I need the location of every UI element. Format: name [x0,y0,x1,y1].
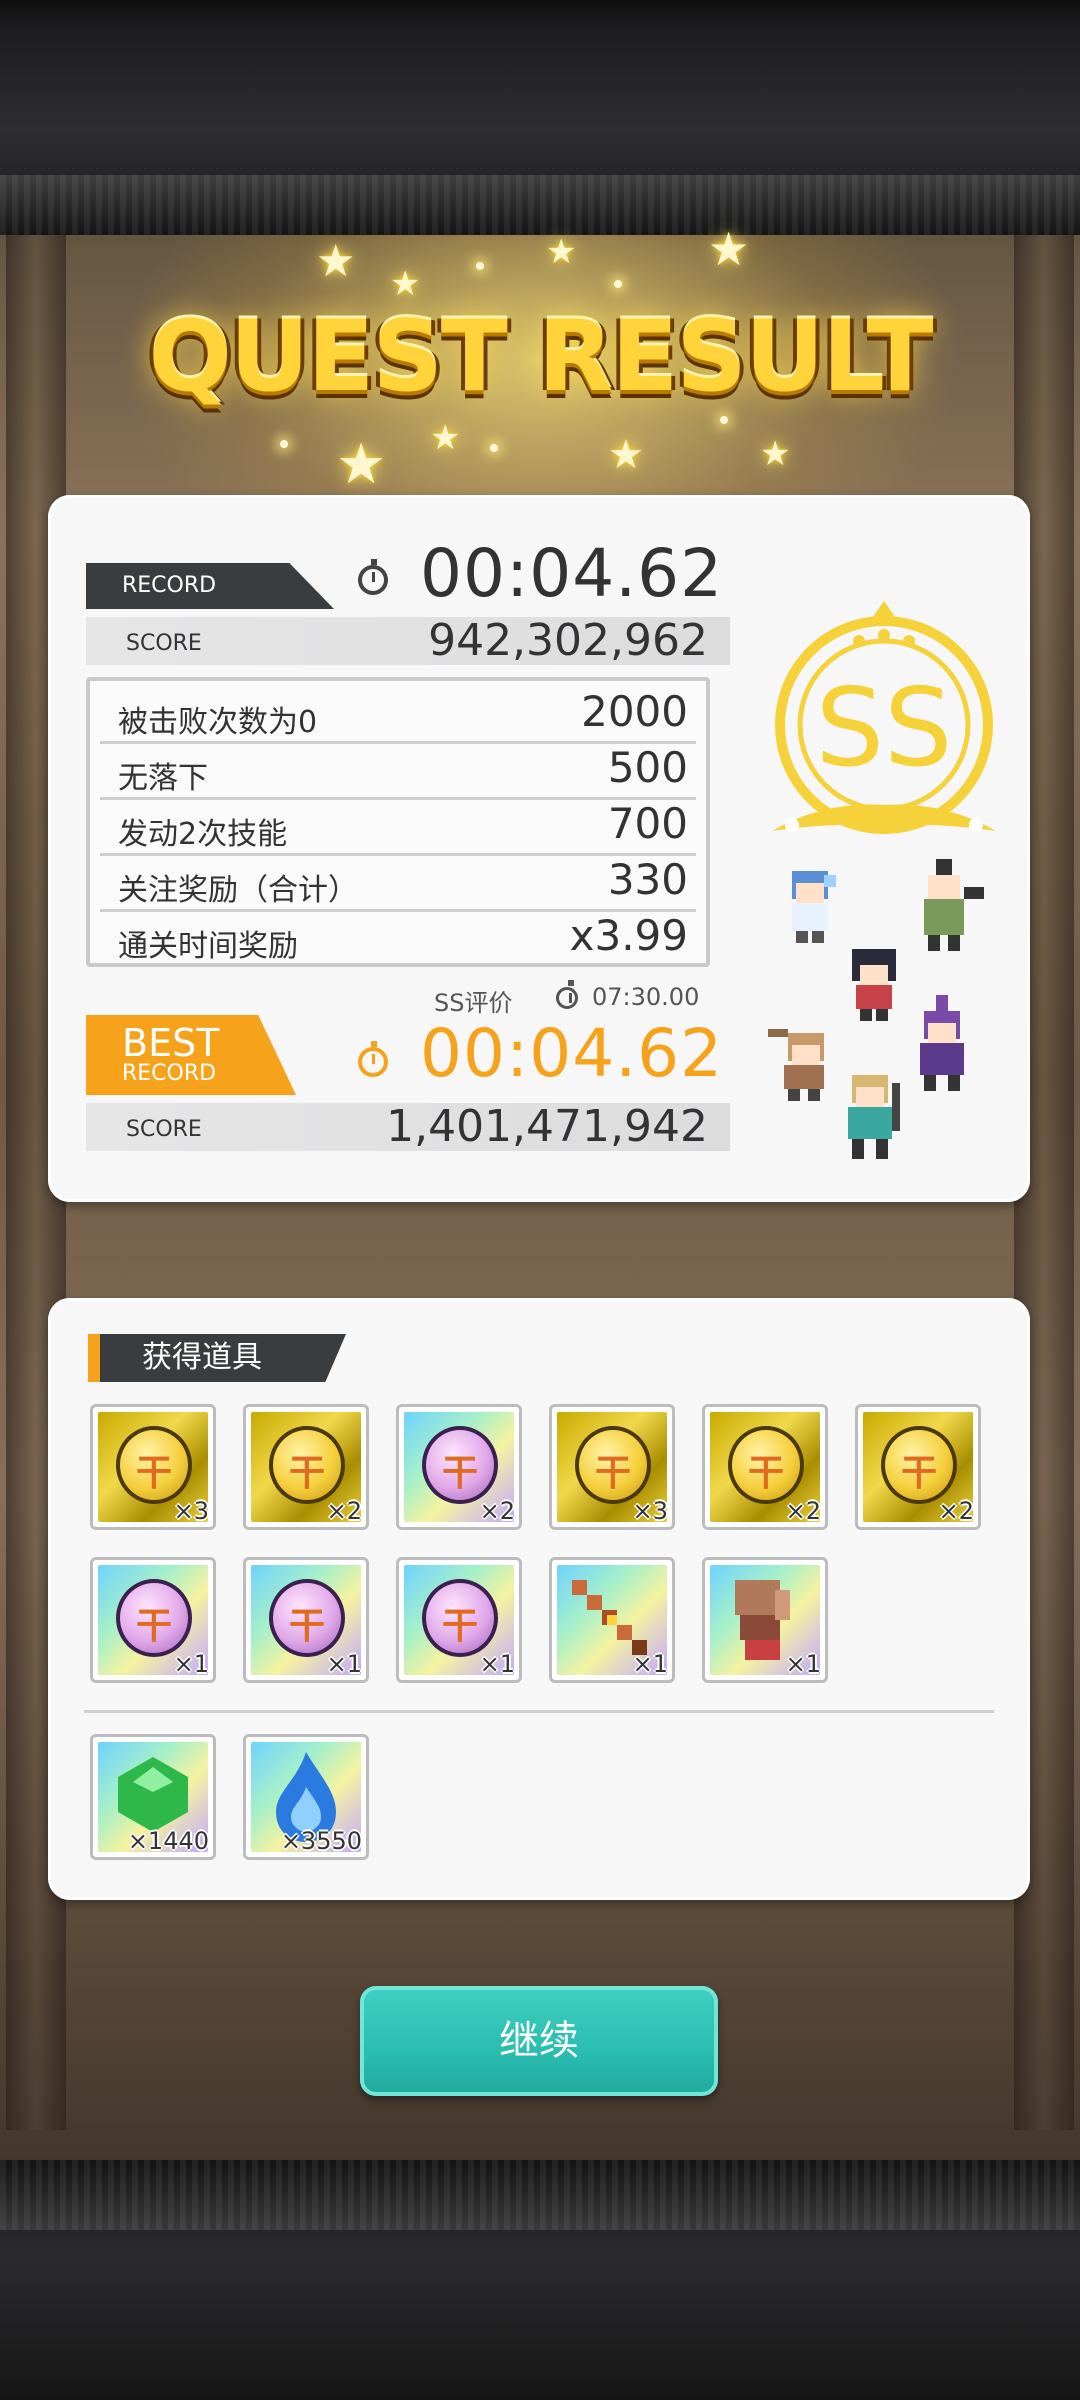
item-quantity: ×1 [632,1650,668,1678]
sparkle [476,262,484,270]
bonus-name: 发动2次技能 [118,817,288,852]
purple-coin-icon [116,1579,192,1657]
stopwatch-icon [556,980,578,1009]
ss-rating-time: 07:30.00 [592,983,700,1011]
reward-item[interactable]: ×1 [702,1557,828,1683]
reward-item[interactable]: ×1 [549,1557,675,1683]
gold-coin-icon [881,1426,957,1504]
reward-item[interactable]: ×3550 [243,1734,369,1860]
reward-item[interactable]: ×2 [396,1404,522,1530]
bonus-name: 无落下 [118,761,208,796]
bonus-row: 无落下 500 [100,741,696,800]
gold-coin-icon [116,1426,192,1504]
reward-item[interactable]: ×1 [243,1557,369,1683]
score-label: SCORE [126,1117,202,1142]
best-tag-bottom: RECORD [122,1061,217,1086]
sparkle [490,444,498,452]
gold-coin-icon [269,1426,345,1504]
item-quantity: ×3 [173,1497,209,1525]
record-score: 942,302,962 [428,615,708,666]
item-quantity: ×2 [938,1497,974,1525]
divider [84,1710,994,1713]
star-icon: ★ [760,434,791,474]
continue-button[interactable]: 继续 [360,1986,718,2096]
bonus-name: 通关时间奖励 [118,929,298,964]
best-tag-top: BEST [122,1021,220,1065]
ss-grade-text: SS [815,666,952,791]
reward-item[interactable]: ×2 [855,1404,981,1530]
star-icon: ★ [316,236,356,287]
sparkle [280,440,288,448]
stopwatch-icon [358,1041,388,1077]
bonus-value: 2000 [581,687,688,736]
item-quantity: ×2 [326,1497,362,1525]
best-score: 1,401,471,942 [386,1101,708,1152]
reward-item[interactable]: ×3 [549,1404,675,1530]
purple-coin-icon [422,1426,498,1504]
gold-coin-icon [728,1426,804,1504]
star-icon: ★ [336,432,387,497]
bonus-row: 关注奖励（合计） 330 [100,853,696,912]
reward-item[interactable]: ×2 [243,1404,369,1530]
best-record-tag: BEST RECORD [86,1015,296,1095]
bottom-frame-bar [0,2160,1080,2400]
record-time: 00:04.62 [420,535,724,612]
item-quantity: ×1 [326,1650,362,1678]
bonus-value: x3.99 [569,911,688,960]
party-characters [764,855,1004,1175]
bonus-row: 被击败次数为0 2000 [100,685,696,744]
item-quantity: ×2 [479,1497,515,1525]
star-icon: ★ [430,418,461,458]
item-quantity: ×1 [785,1650,821,1678]
ss-rank-emblem-icon: SS [772,601,996,834]
item-quantity: ×3 [632,1497,668,1525]
purple-coin-icon [269,1579,345,1657]
best-time: 00:04.62 [420,1015,724,1092]
page-title: QUEST RESULT [148,300,933,414]
stopwatch-icon [358,559,388,595]
star-icon: ★ [390,264,421,304]
items-header: 获得道具 [88,1334,346,1382]
score-label: SCORE [126,631,202,656]
bonus-list: 被击败次数为0 2000 无落下 500 发动2次技能 700 关注奖励（合计）… [86,677,710,967]
item-quantity: ×1 [479,1650,515,1678]
bonus-value: 700 [607,799,688,848]
sparkle [720,416,728,424]
record-tag: RECORD [86,563,334,609]
character-sprite-icon [792,871,836,943]
star-icon: ★ [546,232,577,272]
bonus-value: 330 [607,855,688,904]
character-sprite-icon [924,859,984,951]
purple-coin-icon [422,1579,498,1657]
reward-item[interactable]: ×1 [90,1557,216,1683]
record-score-bar: SCORE 942,302,962 [86,617,730,665]
character-sprite-icon [852,949,896,1021]
items-panel: 获得道具 ×3 ×2 ×2 ×3 ×2 ×2 ×1 ×1 ×1 [48,1298,1030,1900]
reward-item[interactable]: ×1440 [90,1734,216,1860]
bonus-row: 发动2次技能 700 [100,797,696,856]
top-frame-bar [0,0,1080,235]
reward-item[interactable]: ×2 [702,1404,828,1530]
reward-item[interactable]: ×1 [396,1557,522,1683]
item-quantity: ×1 [173,1650,209,1678]
reward-item[interactable]: ×3 [90,1404,216,1530]
gold-coin-icon [575,1426,651,1504]
ss-rating-label: SS评价 [434,989,513,1017]
item-quantity: ×1440 [127,1827,209,1855]
best-score-bar: SCORE 1,401,471,942 [86,1103,730,1151]
bonus-row: 通关时间奖励 x3.99 [100,909,696,965]
bonus-value: 500 [607,743,688,792]
character-sprite-icon [848,1075,900,1159]
star-icon: ★ [608,432,644,478]
bonus-name: 被击败次数为0 [118,705,318,740]
bonus-name: 关注奖励（合计） [118,873,358,908]
item-quantity: ×2 [785,1497,821,1525]
character-sprite-icon [920,995,964,1091]
sparkle [614,280,622,288]
star-icon: ★ [708,222,750,276]
result-panel: RECORD 00:04.62 SCORE 942,302,962 被击败次数为… [48,495,1030,1202]
item-quantity: ×3550 [280,1827,362,1855]
